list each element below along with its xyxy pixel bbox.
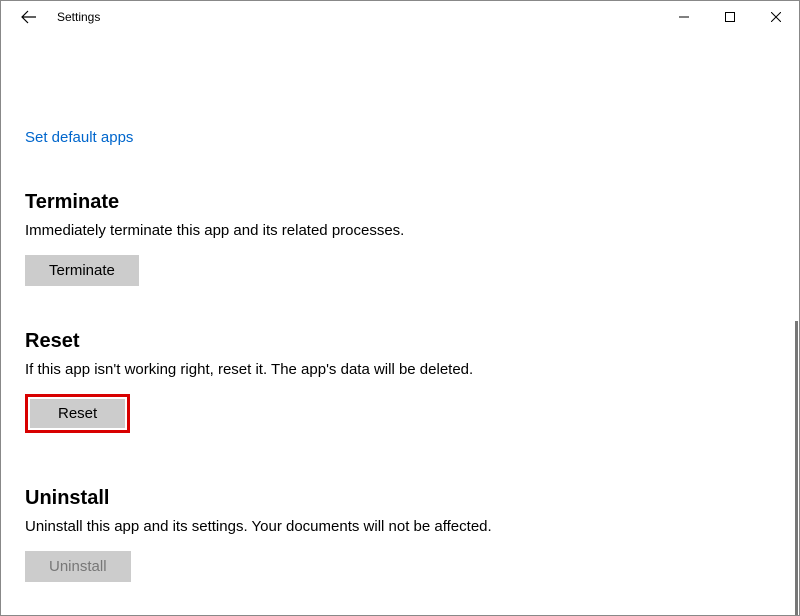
uninstall-button: Uninstall [25,551,131,582]
reset-button-highlight: Reset [25,394,130,433]
maximize-icon [725,12,735,22]
back-arrow-icon [21,9,37,25]
uninstall-section: Uninstall Uninstall this app and its set… [25,487,775,582]
reset-description: If this app isn't working right, reset i… [25,361,775,378]
set-default-apps-link[interactable]: Set default apps [25,129,133,146]
terminate-button[interactable]: Terminate [25,255,139,286]
back-button[interactable] [9,1,49,33]
window-controls [661,1,799,33]
maximize-button[interactable] [707,1,753,33]
terminate-section: Terminate Immediately terminate this app… [25,191,775,286]
reset-button[interactable]: Reset [30,399,125,428]
terminate-heading: Terminate [25,191,775,214]
uninstall-heading: Uninstall [25,487,775,510]
uninstall-description: Uninstall this app and its settings. You… [25,518,775,535]
minimize-icon [679,12,689,22]
content-area: Set default apps Terminate Immediately t… [1,33,799,582]
scrollbar[interactable] [795,321,798,615]
titlebar: Settings [1,1,799,33]
window-title: Settings [57,10,100,24]
minimize-button[interactable] [661,1,707,33]
reset-heading: Reset [25,330,775,353]
close-button[interactable] [753,1,799,33]
terminate-description: Immediately terminate this app and its r… [25,222,775,239]
reset-section: Reset If this app isn't working right, r… [25,330,775,433]
close-icon [771,12,781,22]
